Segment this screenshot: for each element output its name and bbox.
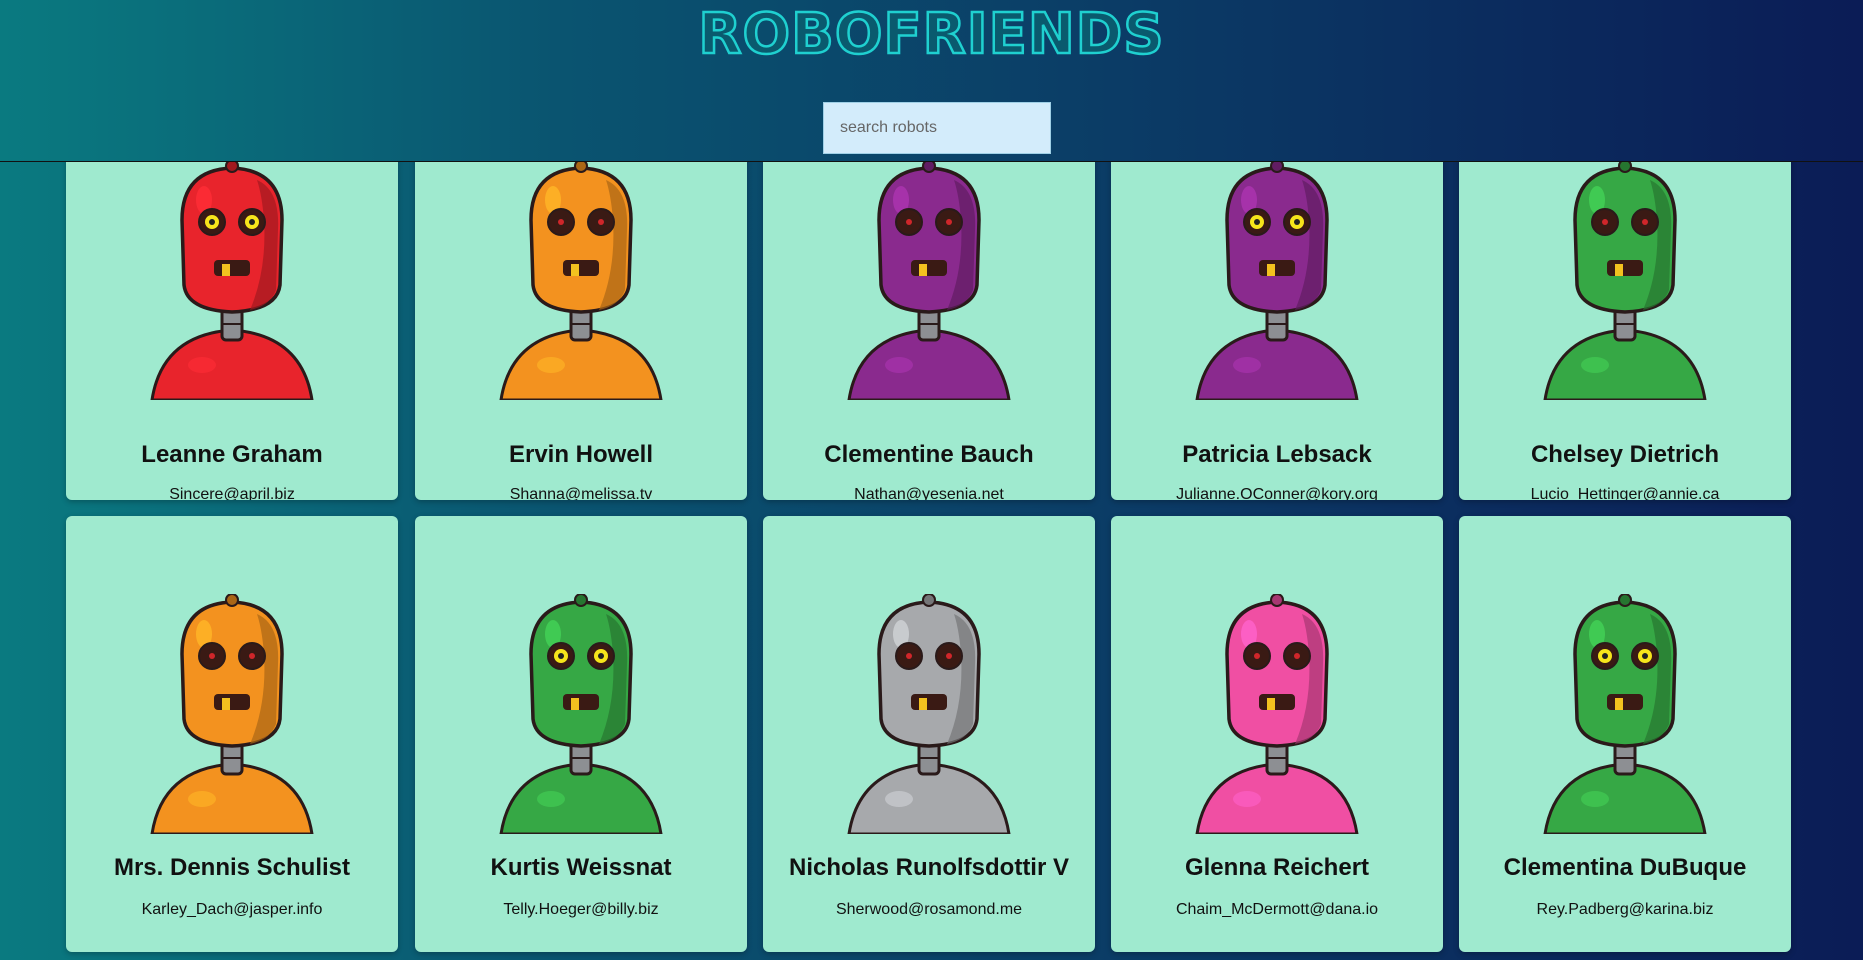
robot-card[interactable]: Kurtis Weissnat Telly.Hoeger@billy.biz	[415, 516, 747, 952]
robot-name: Clementina DuBuque	[1503, 854, 1747, 881]
search-input[interactable]	[823, 102, 1051, 154]
robot-email: Telly.Hoeger@billy.biz	[503, 901, 659, 918]
robot-card[interactable]: Mrs. Dennis Schulist Karley_Dach@jasper.i…	[66, 516, 398, 952]
robot-name: Chelsey Dietrich	[1530, 441, 1720, 468]
robot-name: Glenna Reichert	[1184, 854, 1370, 881]
robot-card[interactable]: Nicholas Runolfsdottir V Sherwood@rosamon…	[763, 516, 1095, 952]
robot-email: Sherwood@rosamond.me	[835, 901, 1023, 918]
robot-email: Sincere@april.biz	[169, 486, 295, 500]
robot-email: Julianne.OConner@kory.org	[1176, 486, 1378, 500]
robot-gray-icon	[763, 594, 1095, 834]
robot-card[interactable]: Glenna Reichert Chaim_McDermott@dana.io	[1111, 516, 1443, 952]
robot-orange-icon	[415, 160, 747, 400]
robot-name: Mrs. Dennis Schulist	[113, 854, 351, 881]
robot-email: Chaim_McDermott@dana.io	[1175, 901, 1379, 918]
robot-red-icon	[66, 160, 398, 400]
robot-green-icon	[1459, 160, 1791, 400]
robot-purple-icon	[1111, 160, 1443, 400]
robot-name: Clementine Bauch	[824, 441, 1034, 468]
robot-green-icon	[1459, 594, 1791, 834]
robot-name: Ervin Howell	[508, 441, 654, 468]
robot-name: Leanne Graham	[141, 441, 323, 468]
robot-name: Patricia Lebsack	[1182, 441, 1372, 468]
robot-email: Karley_Dach@jasper.info	[141, 901, 323, 918]
robot-green-icon	[415, 594, 747, 834]
robot-card[interactable]: Clementina DuBuque Rey.Padberg@karina.biz	[1459, 516, 1791, 952]
robot-name: Nicholas Runolfsdottir V	[788, 854, 1069, 881]
robot-email: Lucio_Hettinger@annie.ca	[1530, 486, 1720, 500]
robot-pink-icon	[1111, 594, 1443, 834]
robot-name: Kurtis Weissnat	[490, 854, 672, 881]
robot-purple-icon	[763, 160, 1095, 400]
header: ROBOFRIENDS	[0, 0, 1863, 162]
robot-orange-icon	[66, 594, 398, 834]
robot-email: Shanna@melissa.tv	[509, 486, 653, 500]
app-logo: ROBOFRIENDS	[697, 2, 1165, 67]
robot-email: Rey.Padberg@karina.biz	[1536, 901, 1714, 918]
robot-email: Nathan@yesenia.net	[854, 486, 1004, 500]
